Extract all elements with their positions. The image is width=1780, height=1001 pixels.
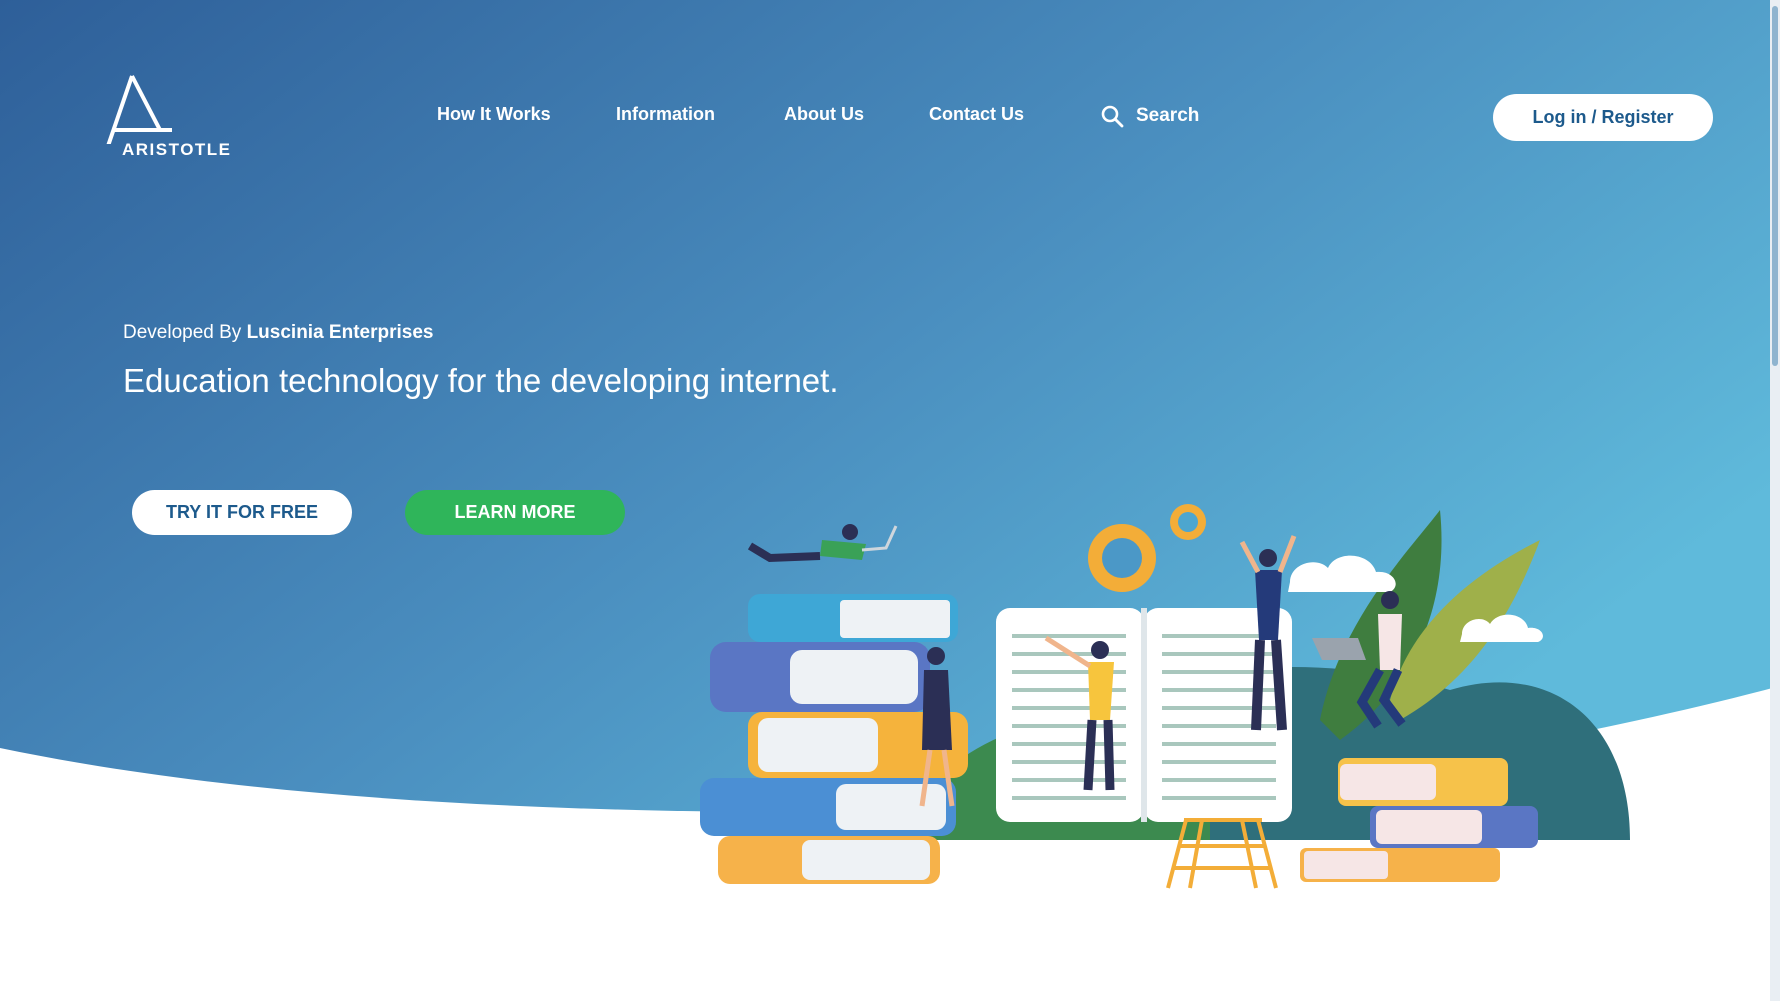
brand-name: ARISTOTLE — [122, 140, 232, 159]
hero-illustration — [700, 504, 1630, 889]
scrollbar[interactable] — [1770, 0, 1780, 1001]
cloud-shape — [1288, 555, 1396, 592]
nav-how-it-works[interactable]: How It Works — [437, 104, 551, 125]
try-for-free-button[interactable]: TRY IT FOR FREE — [132, 490, 352, 535]
triangle-logo-icon — [106, 75, 172, 144]
search-label: Search — [1136, 105, 1200, 126]
hero-headline: Education technology for the developing … — [123, 362, 839, 399]
nav-about-us[interactable]: About Us — [784, 104, 864, 125]
nav-information[interactable]: Information — [616, 104, 715, 125]
open-book — [996, 608, 1144, 822]
search-button[interactable]: Search — [1100, 104, 1199, 128]
person-figure — [747, 524, 898, 563]
developer-credit: Developed By Luscinia Enterprises — [123, 322, 433, 344]
brand-logo[interactable]: ARISTOTLE — [104, 74, 230, 164]
scrollbar-thumb[interactable] — [1772, 6, 1778, 366]
learn-more-button[interactable]: LEARN MORE — [405, 490, 625, 535]
developer-prefix: Developed By — [123, 322, 242, 343]
login-register-button[interactable]: Log in / Register — [1493, 94, 1713, 141]
developer-name: Luscinia Enterprises — [246, 322, 434, 343]
search-icon — [1101, 105, 1124, 128]
nav-contact-us[interactable]: Contact Us — [929, 104, 1024, 125]
